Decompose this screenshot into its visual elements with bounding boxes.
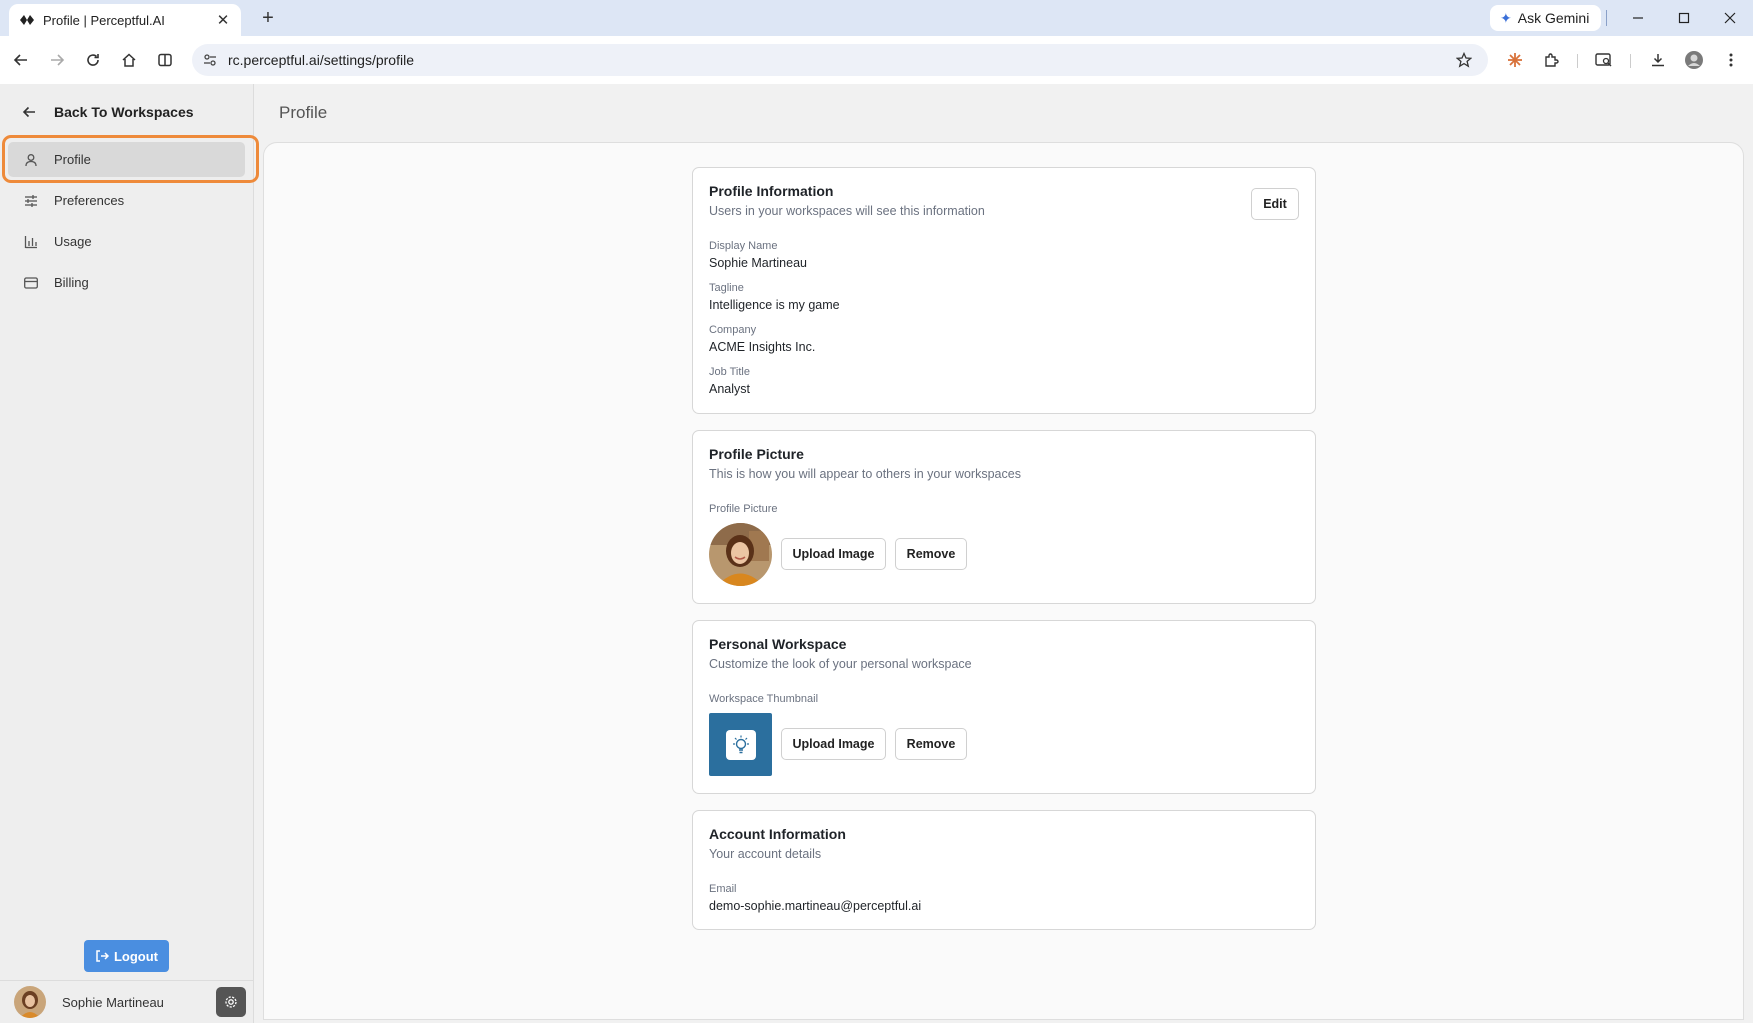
bookmark-star-icon[interactable] — [1452, 48, 1476, 72]
address-bar[interactable]: rc.perceptful.ai/settings/profile — [192, 44, 1488, 76]
remove-image-button[interactable]: Remove — [895, 538, 967, 570]
card-title: Account Information — [709, 826, 846, 842]
settings-sidebar: Back To Workspaces Profile Preferences U… — [0, 84, 254, 1023]
sidebar-item-billing[interactable]: Billing — [8, 265, 245, 300]
avatar — [14, 986, 46, 1018]
logout-icon — [95, 949, 109, 963]
gemini-sparkle-icon: ✦ — [1500, 9, 1512, 26]
close-window-button[interactable] — [1716, 5, 1744, 31]
tagline-value: Intelligence is my game — [709, 298, 840, 312]
remove-thumbnail-button[interactable]: Remove — [895, 728, 967, 760]
tab-title: Profile | Perceptful.AI — [43, 12, 165, 28]
sidebar-item-label: Usage — [54, 234, 92, 249]
card-subtitle: This is how you will appear to others in… — [709, 467, 1021, 481]
bar-chart-icon — [22, 233, 40, 251]
browser-toolbar: rc.perceptful.ai/settings/profile — [0, 36, 1753, 84]
site-info-icon[interactable] — [200, 50, 220, 70]
lightbulb-icon — [725, 729, 756, 760]
company-label: Company — [709, 324, 757, 336]
card-subtitle: Customize the look of your personal work… — [709, 657, 972, 671]
tagline-label: Tagline — [709, 282, 744, 294]
home-icon[interactable] — [117, 48, 141, 72]
divider — [1606, 10, 1607, 26]
back-to-workspaces-link[interactable]: Back To Workspaces — [22, 104, 194, 120]
divider — [1577, 54, 1578, 68]
arrow-left-icon — [22, 105, 40, 119]
job-title-value: Analyst — [709, 382, 750, 396]
ask-gemini-label: Ask Gemini — [1517, 10, 1590, 26]
workspace-thumbnail-label: Workspace Thumbnail — [709, 693, 819, 705]
minimize-window-button[interactable] — [1624, 5, 1652, 31]
company-value: ACME Insights Inc. — [709, 340, 816, 354]
sidebar-item-preferences[interactable]: Preferences — [8, 183, 245, 218]
credit-card-icon — [22, 274, 40, 292]
more-menu-icon[interactable] — [1719, 48, 1743, 72]
personal-workspace-card: Personal Workspace Customize the look of… — [692, 620, 1316, 794]
card-title: Profile Picture — [709, 446, 804, 462]
reload-icon[interactable] — [81, 48, 105, 72]
url-text: rc.perceptful.ai/settings/profile — [228, 52, 414, 68]
profile-information-card: Profile Information Users in your worksp… — [692, 167, 1316, 414]
card-subtitle: Users in your workspaces will see this i… — [709, 204, 985, 218]
profile-avatar-icon[interactable] — [1682, 48, 1706, 72]
download-icon[interactable] — [1646, 48, 1670, 72]
forward-nav-icon[interactable] — [45, 48, 69, 72]
display-name-label: Display Name — [709, 240, 778, 252]
profile-picture-image — [709, 523, 772, 586]
workspace-thumbnail-image — [709, 713, 772, 776]
browser-tab-strip: Profile | Perceptful.AI ✕ + ✦ Ask Gemini — [0, 0, 1753, 36]
page-title: Profile — [279, 103, 328, 122]
tab-close-icon[interactable]: ✕ — [215, 11, 231, 29]
edit-button[interactable]: Edit — [1251, 188, 1299, 220]
upload-thumbnail-button[interactable]: Upload Image — [781, 728, 886, 760]
perceptful-favicon-icon — [19, 12, 35, 28]
email-label: Email — [709, 883, 737, 895]
divider — [1630, 54, 1631, 68]
claude-extension-icon[interactable] — [1503, 48, 1527, 72]
split-view-icon[interactable] — [153, 48, 177, 72]
gear-icon — [225, 996, 237, 1008]
user-name: Sophie Martineau — [62, 994, 164, 1010]
upload-image-button[interactable]: Upload Image — [781, 538, 886, 570]
focus-highlight — [2, 135, 259, 183]
browser-tab[interactable]: Profile | Perceptful.AI ✕ — [9, 4, 241, 36]
display-name-value: Sophie Martineau — [709, 256, 807, 270]
new-tab-button[interactable]: + — [256, 6, 280, 30]
back-to-workspaces-label: Back To Workspaces — [54, 104, 194, 120]
profile-picture-label: Profile Picture — [709, 503, 778, 515]
card-title: Profile Information — [709, 183, 834, 199]
extensions-puzzle-icon[interactable] — [1539, 48, 1563, 72]
current-user-bar: Sophie Martineau — [0, 980, 254, 1023]
ask-gemini-button[interactable]: ✦ Ask Gemini — [1490, 5, 1602, 31]
tab-search-icon[interactable] — [1592, 48, 1616, 72]
sliders-icon — [22, 192, 40, 210]
sidebar-item-usage[interactable]: Usage — [8, 224, 245, 259]
email-value: demo-sophie.martineau@perceptful.ai — [709, 899, 922, 913]
card-subtitle: Your account details — [709, 847, 822, 861]
card-title: Personal Workspace — [709, 636, 847, 652]
logout-button[interactable]: Logout — [84, 940, 169, 972]
sidebar-item-label: Preferences — [54, 193, 125, 208]
account-information-card: Account Information Your account details… — [692, 810, 1316, 930]
profile-picture-card: Profile Picture This is how you will app… — [692, 430, 1316, 604]
back-nav-icon[interactable] — [9, 48, 33, 72]
job-title-label: Job Title — [709, 366, 750, 378]
maximize-window-button[interactable] — [1670, 5, 1698, 31]
sidebar-item-label: Billing — [54, 275, 89, 290]
logout-label: Logout — [113, 948, 159, 964]
user-settings-button[interactable] — [216, 987, 246, 1017]
